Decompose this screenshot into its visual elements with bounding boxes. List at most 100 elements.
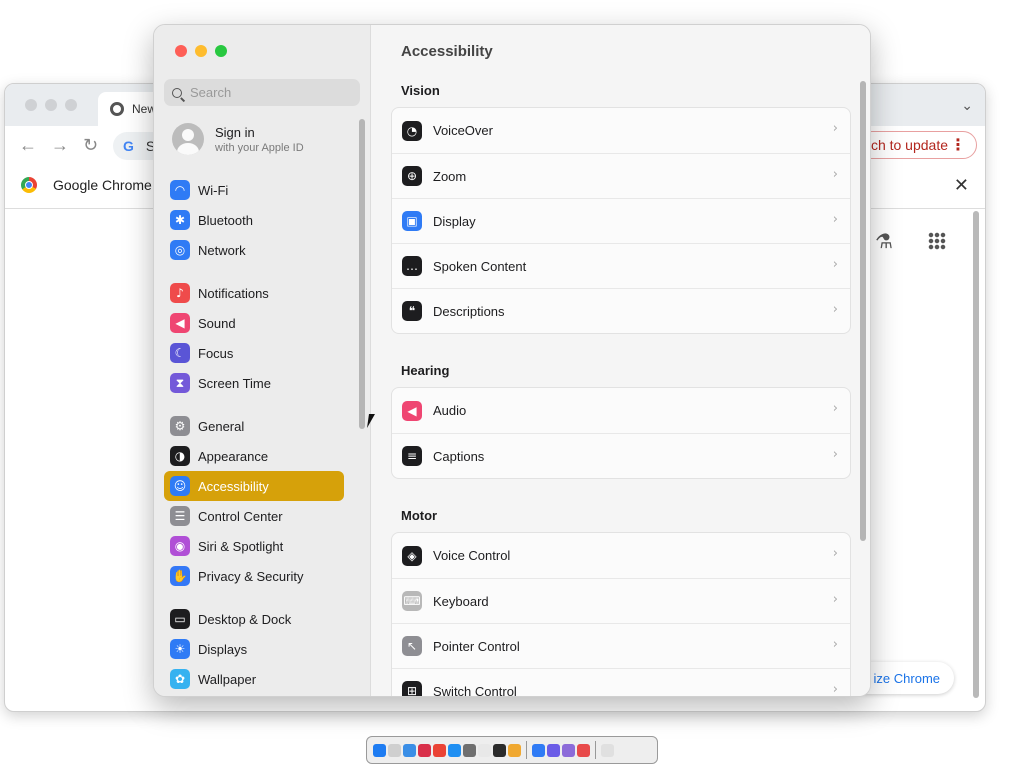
zoom-icon: ⊕ — [402, 166, 422, 186]
dock-app-icon[interactable] — [373, 743, 386, 757]
voiceover-icon: ◔ — [402, 120, 422, 141]
sidebar-item-screen-time[interactable]: ⧗ Screen Time — [164, 368, 344, 398]
minimize-window-button[interactable] — [195, 45, 207, 57]
chevron-right-icon: › — [832, 682, 838, 697]
row-zoom[interactable]: ⊕ Zoom › — [392, 153, 850, 198]
dock-app-icon[interactable] — [547, 743, 560, 757]
back-arrow-icon[interactable]: ← — [19, 135, 37, 156]
close-window-button[interactable] — [175, 45, 187, 57]
accessibility-icon: ☺ — [170, 476, 190, 496]
sidebar-item-focus[interactable]: ☾ Focus — [164, 338, 344, 368]
dock-app-icon[interactable] — [463, 743, 476, 757]
wifi-icon: ◠ — [170, 180, 190, 200]
window-controls — [175, 45, 227, 57]
dock-app-icon[interactable] — [577, 743, 590, 757]
sidebar-item-appearance[interactable]: ◑ Appearance — [164, 441, 344, 471]
sidebar-item-desktop-dock[interactable]: ▭ Desktop & Dock — [164, 604, 344, 634]
dock-app-icon[interactable] — [562, 743, 575, 757]
sidebar-item-general[interactable]: ⚙ General — [164, 411, 344, 441]
sidebar-item-wi-fi[interactable]: ◠ Wi-Fi — [164, 175, 344, 205]
dock-app-icon[interactable] — [478, 743, 491, 757]
sidebar-item-sound[interactable]: ◀ Sound — [164, 308, 344, 338]
row-label: Descriptions — [433, 303, 505, 319]
chrome-logo-icon — [21, 177, 37, 193]
dock-app-icon[interactable] — [418, 743, 431, 757]
update-button-label: ch to update — [870, 137, 948, 153]
network-globe-icon: ◎ — [170, 240, 190, 260]
row-voiceover[interactable]: ◔ VoiceOver › — [392, 108, 850, 153]
chrome-tab-icon — [110, 102, 124, 116]
sun-icon: ☀ — [170, 639, 190, 659]
apple-id-signin[interactable]: Sign in with your Apple ID — [172, 123, 304, 155]
chrome-window-controls — [25, 99, 77, 111]
chrome-scrollbar[interactable] — [973, 211, 979, 698]
bookmark-google-chrome[interactable]: Google Chrome — [21, 177, 152, 193]
dock-app-icon[interactable] — [388, 743, 401, 757]
reload-icon[interactable]: ↻ — [83, 135, 98, 156]
chevron-right-icon: › — [832, 212, 838, 227]
row-spoken-content[interactable]: … Spoken Content › — [392, 243, 850, 288]
dock-app-icon[interactable] — [433, 743, 446, 757]
dock-app-icon[interactable] — [493, 743, 506, 757]
update-button[interactable]: ch to update ⋮ — [857, 131, 977, 159]
chevron-right-icon: › — [832, 121, 838, 136]
chevron-down-icon[interactable]: ⌄ — [961, 97, 973, 114]
sidebar-item-label: General — [198, 418, 245, 434]
dock — [366, 736, 658, 764]
row-label: Pointer Control — [433, 638, 520, 654]
sidebar-item-privacy-security[interactable]: ✋ Privacy & Security — [164, 561, 344, 591]
sidebar-item-label: Sound — [198, 315, 236, 331]
dock-separator — [595, 741, 596, 759]
zoom-window-button[interactable] — [215, 45, 227, 57]
row-label: VoiceOver — [433, 123, 493, 138]
sidebar-scrollbar[interactable] — [359, 119, 365, 429]
dock-app-icon[interactable] — [532, 743, 545, 757]
row-keyboard[interactable]: ⌨ Keyboard › — [392, 578, 850, 623]
control-center-icon: ☰ — [170, 506, 190, 526]
content-scrollbar[interactable] — [860, 81, 866, 541]
chrome-minimize-button[interactable] — [45, 99, 57, 111]
sidebar-item-network[interactable]: ◎ Network — [164, 235, 344, 265]
hand-icon: ✋ — [170, 566, 190, 586]
chevron-right-icon: › — [832, 546, 838, 561]
row-descriptions[interactable]: ❝ Descriptions › — [392, 288, 850, 333]
sidebar-item-notifications[interactable]: ♪ Notifications — [164, 278, 344, 308]
section-title-vision: Vision — [401, 83, 440, 98]
apps-grid-icon[interactable] — [928, 232, 946, 250]
section-title-hearing: Hearing — [401, 363, 450, 378]
row-display[interactable]: ▣ Display › — [392, 198, 850, 243]
dock-app-icon[interactable] — [601, 743, 614, 757]
chrome-close-button[interactable] — [25, 99, 37, 111]
dock-app-icon[interactable] — [508, 743, 521, 757]
sidebar-item-wallpaper[interactable]: ✿ Wallpaper — [164, 664, 344, 694]
sidebar-item-control-center[interactable]: ☰ Control Center — [164, 501, 344, 531]
forward-arrow-icon[interactable]: → — [51, 135, 69, 156]
row-voice-control[interactable]: ◈ Voice Control › — [392, 533, 850, 578]
row-pointer-control[interactable]: ↖ Pointer Control › — [392, 623, 850, 668]
sidebar-item-siri-spotlight[interactable]: ◉ Siri & Spotlight — [164, 531, 344, 561]
labs-flask-icon[interactable]: ⚗ — [875, 229, 893, 254]
sidebar-item-accessibility[interactable]: ☺ Accessibility — [164, 471, 344, 501]
dock-app-icon[interactable] — [403, 743, 416, 757]
settings-content: Accessibility Vision ◔ VoiceOver › ⊕ Zoom › ▣ Di… — [371, 25, 870, 696]
dock-icon: ▭ — [170, 609, 190, 629]
row-captions[interactable]: ≡ Captions › — [392, 433, 850, 478]
settings-sidebar: Sign in with your Apple ID ◠ Wi-Fi ✱ Blueto… — [154, 25, 371, 696]
search-field[interactable] — [164, 79, 360, 106]
hourglass-icon: ⧗ — [170, 373, 190, 393]
chrome-zoom-button[interactable] — [65, 99, 77, 111]
dock-app-icon[interactable] — [448, 743, 461, 757]
close-icon[interactable]: ✕ — [954, 175, 969, 196]
row-label: Audio — [433, 403, 467, 418]
sidebar-item-displays[interactable]: ☀ Displays — [164, 634, 344, 664]
sidebar-item-label: Appearance — [198, 448, 269, 464]
row-label: Spoken Content — [433, 258, 527, 274]
sidebar-item-label: Siri & Spotlight — [198, 538, 284, 554]
sidebar-item-bluetooth[interactable]: ✱ Bluetooth — [164, 205, 344, 235]
chevron-right-icon: › — [832, 447, 838, 462]
pointer-icon: ↖ — [402, 636, 422, 656]
row-switch-control[interactable]: ⊞ Switch Control › — [392, 668, 850, 697]
search-input[interactable] — [188, 84, 352, 101]
row-audio[interactable]: ◀ Audio › — [392, 388, 850, 433]
